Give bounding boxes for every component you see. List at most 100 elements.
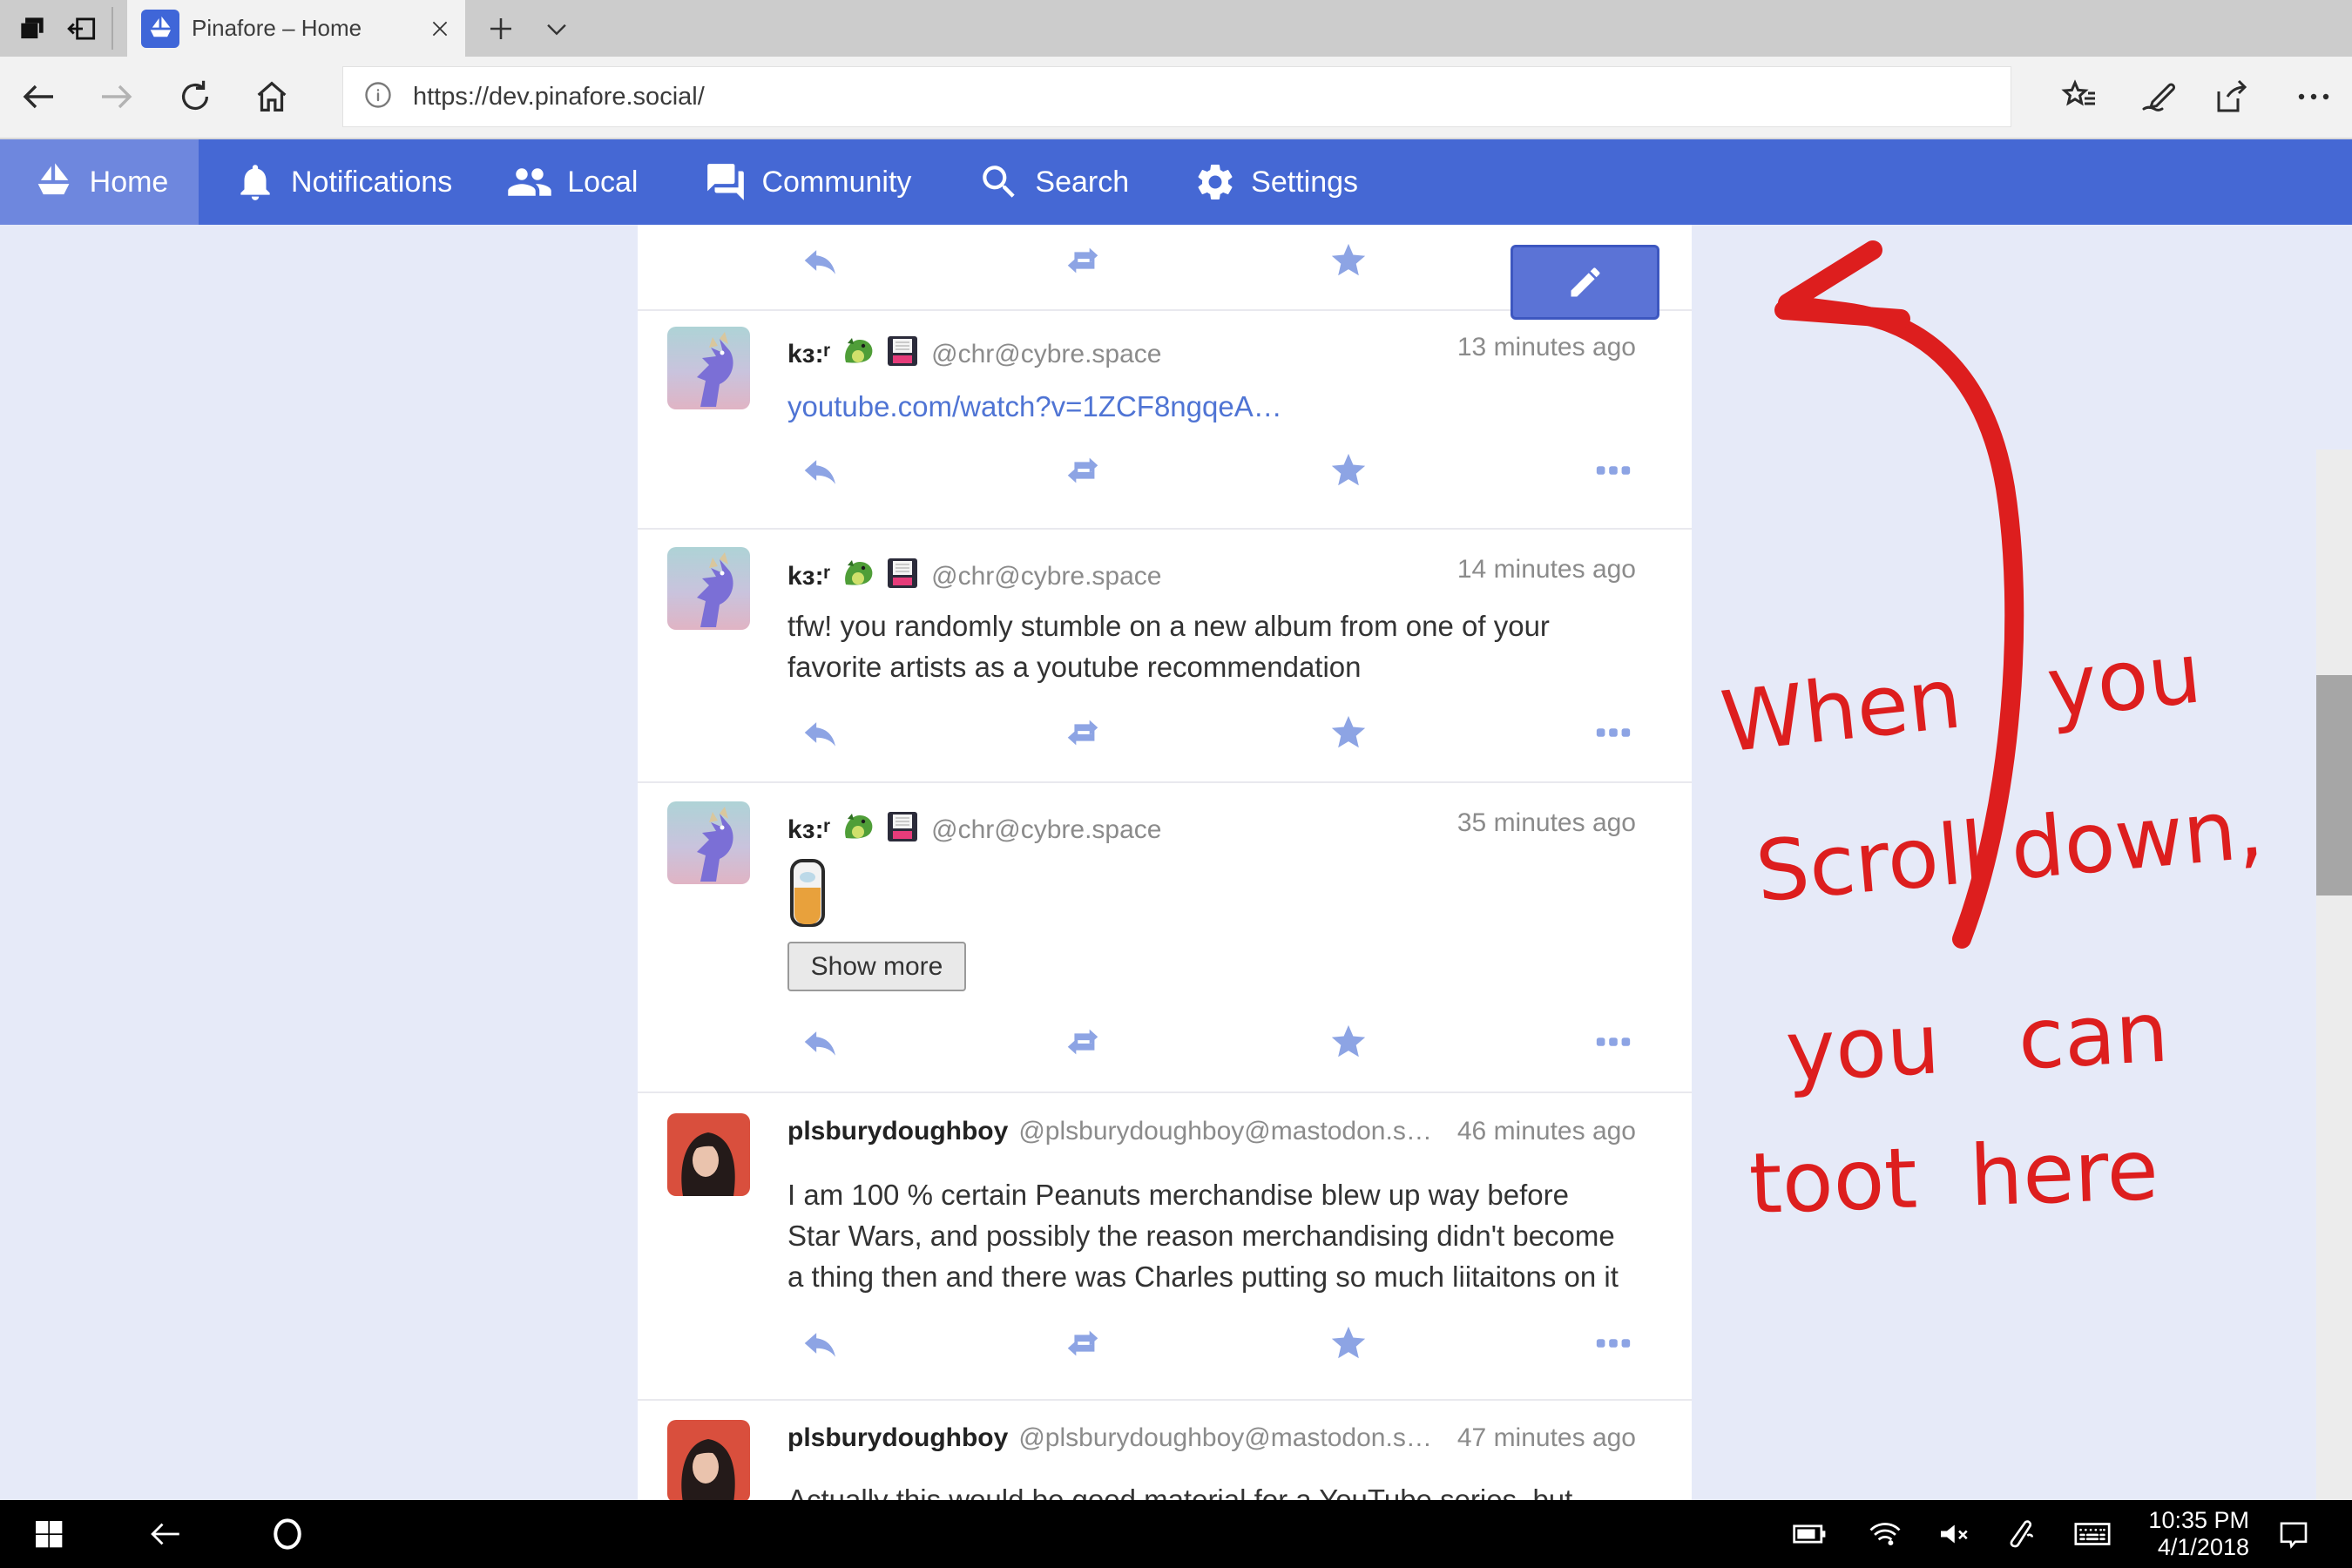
display-name-text: plsburydoughboy bbox=[787, 1423, 1008, 1452]
browser-tab-strip: Pinafore – Home bbox=[0, 0, 2352, 57]
set-tabs-aside-icon[interactable] bbox=[63, 10, 103, 47]
avatar[interactable] bbox=[667, 1113, 750, 1196]
display-name[interactable]: kз:ʳ@chr@cybre.space bbox=[787, 555, 1162, 598]
screen: Pinafore – Home https:// bbox=[0, 0, 2352, 1568]
nav-label-notifications: Notifications bbox=[291, 166, 452, 199]
nav-item-home[interactable]: Home bbox=[0, 139, 199, 225]
bell-icon bbox=[233, 160, 277, 204]
nav-item-community[interactable]: Community bbox=[704, 139, 911, 225]
site-info-icon[interactable] bbox=[362, 79, 394, 115]
post: plsburydoughboy @plsburydoughboy@mastodon… bbox=[638, 1092, 1692, 1401]
people-icon bbox=[506, 159, 553, 206]
display-name-text: plsburydoughboy bbox=[787, 1117, 1008, 1146]
timeline-area: kз:ʳ @chr@cybre.space 13 minutes ago yout… bbox=[0, 225, 2352, 1500]
reply-icon[interactable] bbox=[800, 240, 840, 280]
volume-muted-icon[interactable] bbox=[1923, 1500, 1984, 1568]
tab-close-icon[interactable] bbox=[427, 16, 453, 42]
new-tab-button[interactable] bbox=[481, 10, 521, 47]
reply-icon[interactable] bbox=[800, 450, 840, 490]
back-button[interactable] bbox=[15, 72, 64, 121]
person-avatar-image bbox=[667, 1420, 750, 1503]
nav-item-local[interactable]: Local bbox=[506, 139, 638, 225]
post: kз:ʳ@chr@cybre.space 14 minutes ago tfw!… bbox=[638, 528, 1692, 783]
favorites-hub-icon[interactable] bbox=[2056, 72, 2105, 121]
nav-label-settings: Settings bbox=[1251, 166, 1358, 199]
dragon-avatar-image bbox=[667, 547, 750, 630]
pinafore-favicon-icon bbox=[141, 10, 179, 48]
clock-time: 10:35 PM bbox=[2148, 1507, 2249, 1534]
windows-ink-icon[interactable] bbox=[2133, 72, 2182, 121]
avatar[interactable] bbox=[667, 1420, 750, 1503]
timeline-column: kз:ʳ @chr@cybre.space 13 minutes ago yout… bbox=[638, 225, 1692, 1500]
timestamp[interactable]: 14 minutes ago bbox=[1457, 555, 1636, 585]
tab-preview-chevron-icon[interactable] bbox=[537, 10, 577, 47]
favorite-star-icon[interactable] bbox=[1328, 450, 1369, 490]
timestamp[interactable]: 46 minutes ago bbox=[1457, 1117, 1636, 1146]
taskbar: 10:35 PM 4/1/2018 bbox=[0, 1500, 2352, 1568]
display-name[interactable]: plsburydoughboy @plsburydoughboy@mastodon… bbox=[787, 1423, 1432, 1453]
handle[interactable]: @chr@cybre.space bbox=[931, 340, 1161, 368]
clock-date: 4/1/2018 bbox=[2148, 1534, 2249, 1561]
favorite-star-icon[interactable] bbox=[1328, 1323, 1369, 1363]
reply-icon[interactable] bbox=[800, 1022, 840, 1062]
browser-tab[interactable]: Pinafore – Home bbox=[127, 0, 465, 57]
display-name-text: kз:ʳ bbox=[787, 815, 830, 844]
timestamp[interactable]: 47 minutes ago bbox=[1457, 1423, 1636, 1453]
search-icon bbox=[977, 160, 1021, 204]
more-options-icon[interactable] bbox=[1593, 1022, 1633, 1062]
nav-item-search[interactable]: Search bbox=[977, 139, 1129, 225]
refresh-button[interactable] bbox=[171, 72, 220, 121]
avatar[interactable] bbox=[667, 327, 750, 409]
nav-item-notifications[interactable]: Notifications bbox=[233, 139, 452, 225]
favorite-star-icon[interactable] bbox=[1328, 1022, 1369, 1062]
touch-keyboard-icon[interactable] bbox=[2062, 1500, 2123, 1568]
wifi-icon[interactable] bbox=[1855, 1500, 1916, 1568]
tabs-set-aside-preview-icon[interactable] bbox=[12, 10, 52, 47]
start-button[interactable] bbox=[18, 1500, 79, 1568]
taskbar-clock[interactable]: 10:35 PM 4/1/2018 bbox=[2148, 1507, 2249, 1561]
reply-icon[interactable] bbox=[800, 713, 840, 753]
taskbar-back-button[interactable] bbox=[135, 1500, 196, 1568]
address-bar[interactable]: https://dev.pinafore.social/ bbox=[342, 66, 2011, 127]
more-menu-icon[interactable] bbox=[2289, 72, 2338, 121]
pinafore-nav-bar: Home Notifications Local Community Searc… bbox=[0, 139, 2352, 225]
share-icon[interactable] bbox=[2208, 72, 2257, 121]
boost-icon[interactable] bbox=[1063, 1022, 1103, 1062]
boost-icon[interactable] bbox=[1063, 450, 1103, 490]
handle[interactable]: @chr@cybre.space bbox=[931, 562, 1161, 591]
display-name[interactable]: plsburydoughboy @plsburydoughboy@mastodon… bbox=[787, 1117, 1432, 1146]
avatar[interactable] bbox=[667, 547, 750, 630]
show-more-button[interactable]: Show more bbox=[787, 942, 966, 991]
favorite-star-icon[interactable] bbox=[1328, 240, 1369, 280]
display-name[interactable]: kз:ʳ @chr@cybre.space bbox=[787, 808, 1162, 852]
display-name[interactable]: kз:ʳ@chr@cybre.space bbox=[787, 333, 1162, 376]
timestamp[interactable]: 13 minutes ago bbox=[1457, 333, 1636, 362]
boost-icon[interactable] bbox=[1063, 1323, 1103, 1363]
scrollbar[interactable] bbox=[2316, 449, 2352, 1568]
home-button[interactable] bbox=[247, 72, 296, 121]
post-link[interactable]: youtube.com/watch?v=1ZCF8ngqeA… bbox=[787, 390, 1282, 422]
handle[interactable]: @plsburydoughboy@mastodon.s… bbox=[1018, 1117, 1432, 1146]
forward-button[interactable] bbox=[91, 72, 140, 121]
scrollbar-thumb[interactable] bbox=[2316, 675, 2352, 896]
boost-icon[interactable] bbox=[1063, 713, 1103, 753]
more-options-icon[interactable] bbox=[1593, 713, 1633, 753]
dragon-custom-emoji bbox=[839, 555, 875, 598]
more-options-icon[interactable] bbox=[1593, 1323, 1633, 1363]
dragon-custom-emoji bbox=[839, 333, 875, 376]
cortana-search-button[interactable] bbox=[257, 1500, 318, 1568]
timestamp[interactable]: 35 minutes ago bbox=[1457, 808, 1636, 838]
more-options-icon[interactable] bbox=[1593, 450, 1633, 490]
action-center-icon[interactable] bbox=[2263, 1500, 2324, 1568]
nav-label-local: Local bbox=[567, 166, 638, 199]
boost-icon[interactable] bbox=[1063, 240, 1103, 280]
handle[interactable]: @chr@cybre.space bbox=[931, 815, 1161, 844]
nav-label-community: Community bbox=[761, 166, 911, 199]
handle[interactable]: @plsburydoughboy@mastodon.s… bbox=[1018, 1423, 1432, 1452]
pen-icon[interactable] bbox=[1992, 1500, 2053, 1568]
reply-icon[interactable] bbox=[800, 1323, 840, 1363]
favorite-star-icon[interactable] bbox=[1328, 713, 1369, 753]
avatar[interactable] bbox=[667, 801, 750, 884]
battery-icon[interactable] bbox=[1780, 1500, 1841, 1568]
nav-item-settings[interactable]: Settings bbox=[1193, 139, 1358, 225]
